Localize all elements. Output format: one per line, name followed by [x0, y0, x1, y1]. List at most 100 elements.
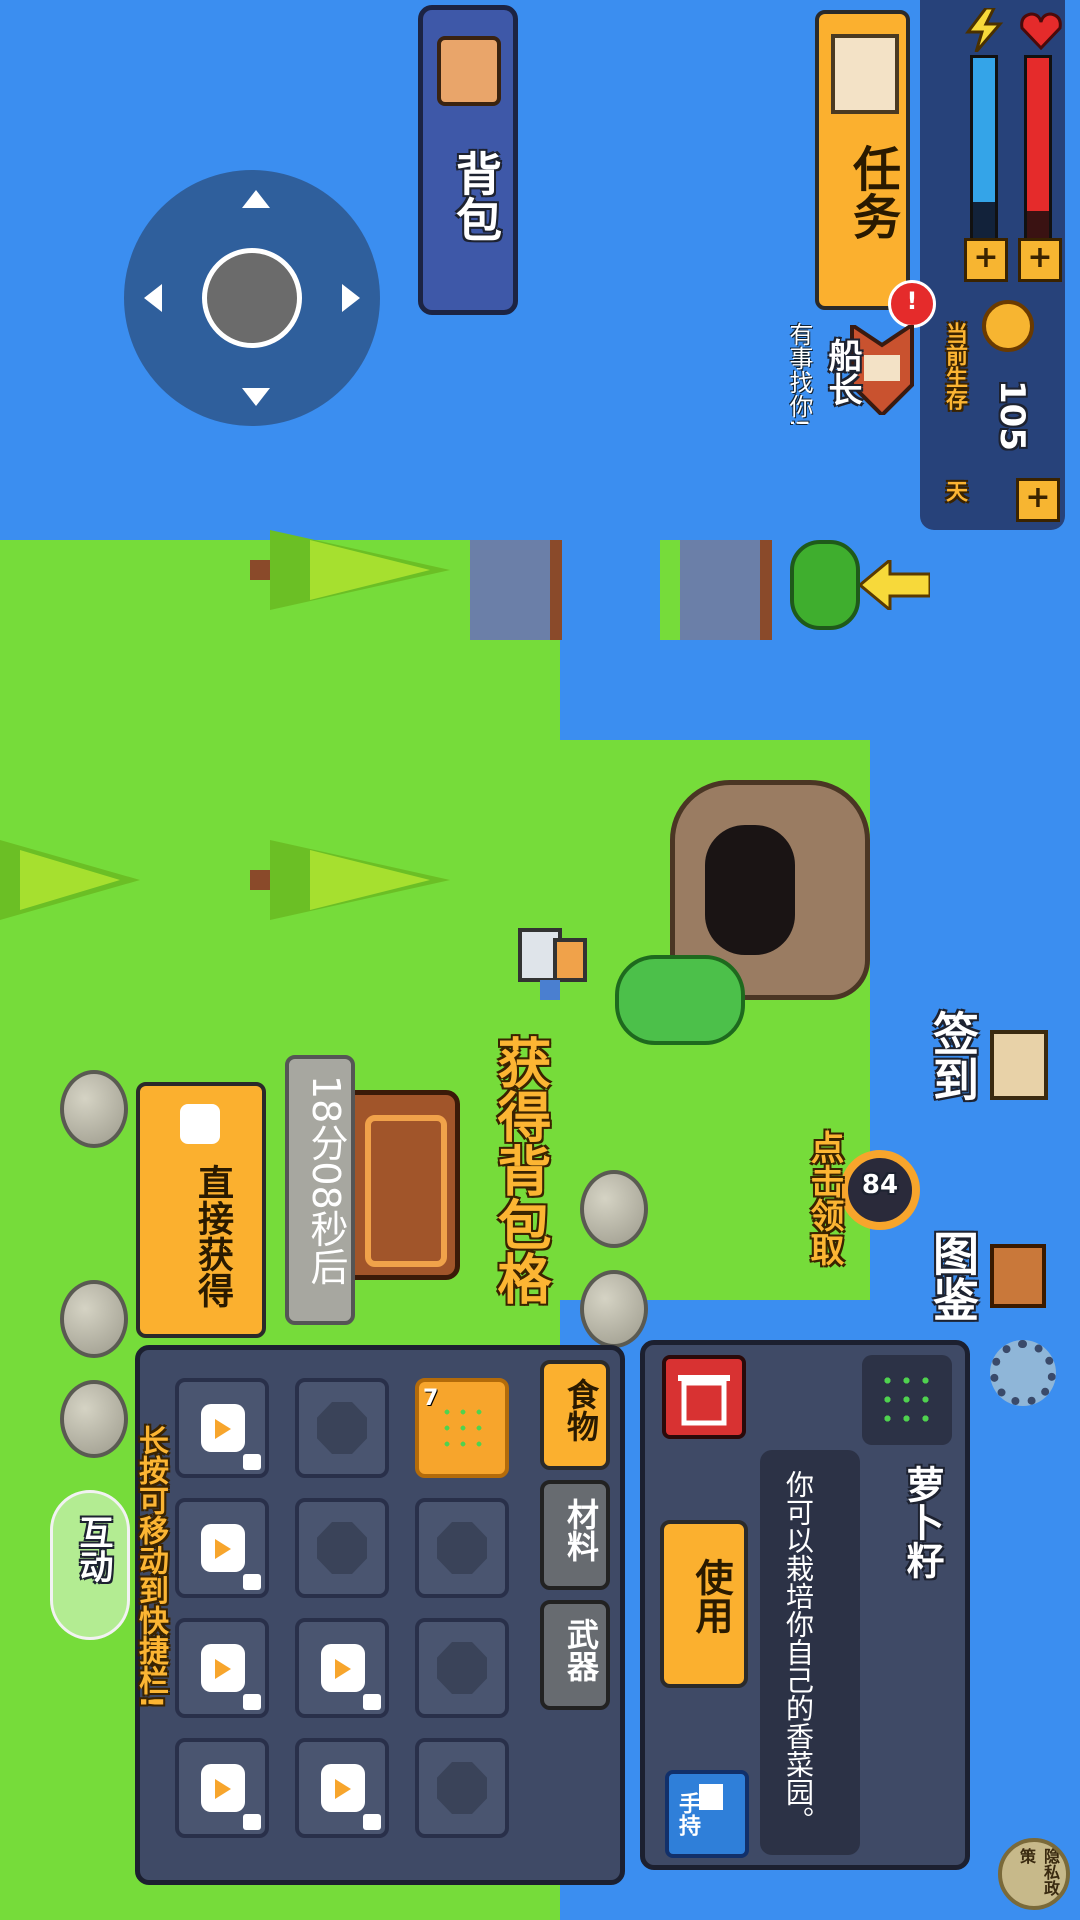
- status-panel: + + 105 + 当前生存 天: [920, 0, 1065, 530]
- tab-materials[interactable]: 材料: [540, 1480, 610, 1590]
- tree-icon[interactable]: [250, 840, 450, 920]
- add-energy-button[interactable]: +: [964, 238, 1008, 282]
- energy-bar: [970, 55, 998, 241]
- video-ad-icon: [201, 1644, 245, 1692]
- rock-icon[interactable]: [60, 1280, 128, 1358]
- direct-get-button[interactable]: 直接获得: [136, 1082, 266, 1338]
- book-icon: [990, 1244, 1046, 1308]
- inventory-slot-locked[interactable]: [175, 1738, 269, 1838]
- game-screen: + + 105 + 当前生存 天 任务 ! 船长 有事找你! 背包 签到 图鉴 …: [0, 0, 1080, 1920]
- coin-icon: [982, 300, 1034, 352]
- arrow-right-icon: [342, 284, 360, 312]
- tree-icon[interactable]: [250, 530, 450, 610]
- privacy-policy-button[interactable]: 隐私政策: [998, 1838, 1070, 1910]
- inventory-slot-locked[interactable]: [175, 1378, 269, 1478]
- survival-label: 当前生存: [942, 322, 967, 410]
- item-name: 萝卜籽: [900, 1465, 944, 1579]
- lock-icon: [243, 1814, 261, 1830]
- reward-ring[interactable]: 84: [840, 1150, 920, 1230]
- offer-timer-box: 18分08秒后: [285, 1055, 355, 1325]
- target-bush[interactable]: [615, 955, 745, 1045]
- seeds-icon: [878, 1371, 936, 1429]
- backpack-button[interactable]: 背包: [418, 5, 518, 315]
- video-ad-icon: [201, 1764, 245, 1812]
- inventory-slot-locked[interactable]: [175, 1498, 269, 1598]
- inventory-slot-locked[interactable]: [295, 1618, 389, 1718]
- notice-icon: !: [888, 280, 936, 328]
- npc-subtitle: 有事找你!: [785, 322, 813, 428]
- slot-count: 7: [423, 1386, 439, 1411]
- cliff-edge-1: [470, 540, 562, 640]
- inventory-slot[interactable]: [415, 1738, 509, 1838]
- interact-label: 互动: [73, 1515, 113, 1583]
- rock-icon[interactable]: [580, 1170, 648, 1248]
- trash-icon[interactable]: [662, 1355, 746, 1439]
- inventory-slot[interactable]: [415, 1618, 509, 1718]
- heart-icon: [1020, 10, 1062, 51]
- video-icon: [180, 1104, 220, 1144]
- add-days-button[interactable]: +: [1016, 478, 1060, 522]
- chest-icon[interactable]: [340, 1090, 460, 1280]
- arrow-up-icon: [242, 190, 270, 208]
- arrow-down-icon: [242, 388, 270, 406]
- lightning-icon: [964, 6, 1004, 53]
- video-ad-icon: [321, 1764, 365, 1812]
- lock-icon: [243, 1454, 261, 1470]
- video-ad-icon: [201, 1404, 245, 1452]
- use-button[interactable]: 使用: [660, 1520, 748, 1688]
- interact-button[interactable]: 互动: [50, 1490, 130, 1640]
- health-bar: [1024, 55, 1052, 241]
- inventory-slot-locked[interactable]: [295, 1738, 389, 1838]
- tab-food-label: 食物: [562, 1378, 600, 1442]
- rock-icon[interactable]: [580, 1270, 648, 1348]
- scroll-icon: [990, 1030, 1048, 1100]
- seeds-icon: [439, 1404, 489, 1454]
- inventory-hint: 长按可移动到快捷栏!: [133, 1425, 168, 1709]
- direct-get-label: 直接获得: [192, 1164, 233, 1308]
- gear-icon[interactable]: [990, 1340, 1056, 1406]
- joystick-knob[interactable]: [202, 248, 302, 348]
- npc-name: 船长: [822, 338, 862, 406]
- player-character: [510, 920, 600, 1010]
- catalog-label: 图鉴: [926, 1230, 980, 1322]
- backpack-offer-title: 获得背包格: [488, 1035, 551, 1305]
- offer-timer: 18分08秒后: [304, 1075, 348, 1286]
- inventory-slot[interactable]: [295, 1378, 389, 1478]
- sign-in-button[interactable]: 签到: [920, 1010, 1060, 1150]
- cliff-edge-2: [680, 540, 772, 640]
- use-label: 使用: [689, 1558, 733, 1634]
- item-preview-box: [862, 1355, 952, 1445]
- survival-unit: 天: [942, 480, 967, 502]
- inventory-slot[interactable]: [415, 1498, 509, 1598]
- arrow-left-icon: [857, 556, 932, 614]
- item-description: 你可以栽培你自己的香菜园。: [782, 1470, 815, 1834]
- virtual-joystick[interactable]: [124, 170, 380, 426]
- scroll-icon: [831, 34, 899, 114]
- privacy-label: 隐私政策: [1017, 1848, 1060, 1896]
- reward-count: 84: [861, 1170, 899, 1200]
- hold-label: 手持: [675, 1792, 700, 1836]
- tab-weapons[interactable]: 武器: [540, 1600, 610, 1710]
- inventory-slot[interactable]: [295, 1498, 389, 1598]
- lock-icon: [363, 1694, 381, 1710]
- inventory-slot-selected[interactable]: 7: [415, 1378, 509, 1478]
- tree-icon[interactable]: [0, 840, 140, 920]
- quest-button[interactable]: 任务: [815, 10, 910, 310]
- lock-icon: [243, 1574, 261, 1590]
- tab-food[interactable]: 食物: [540, 1360, 610, 1470]
- backpack-label: 背包: [449, 150, 503, 242]
- bush-icon[interactable]: [790, 540, 860, 630]
- video-ad-icon: [321, 1644, 365, 1692]
- rock-icon[interactable]: [60, 1380, 128, 1458]
- tab-weapons-label: 武器: [562, 1618, 600, 1682]
- tab-materials-label: 材料: [562, 1498, 600, 1562]
- rock-icon[interactable]: [60, 1070, 128, 1148]
- sign-in-label: 签到: [926, 1010, 980, 1102]
- hold-button[interactable]: 手持: [665, 1770, 749, 1858]
- reward-claim-label[interactable]: 点击领取: [800, 1130, 849, 1266]
- item-description-box: 你可以栽培你自己的香菜园。: [760, 1450, 860, 1855]
- survival-days: 105: [992, 380, 1032, 451]
- lock-icon: [243, 1694, 261, 1710]
- inventory-slot-locked[interactable]: [175, 1618, 269, 1718]
- add-health-button[interactable]: +: [1018, 238, 1062, 282]
